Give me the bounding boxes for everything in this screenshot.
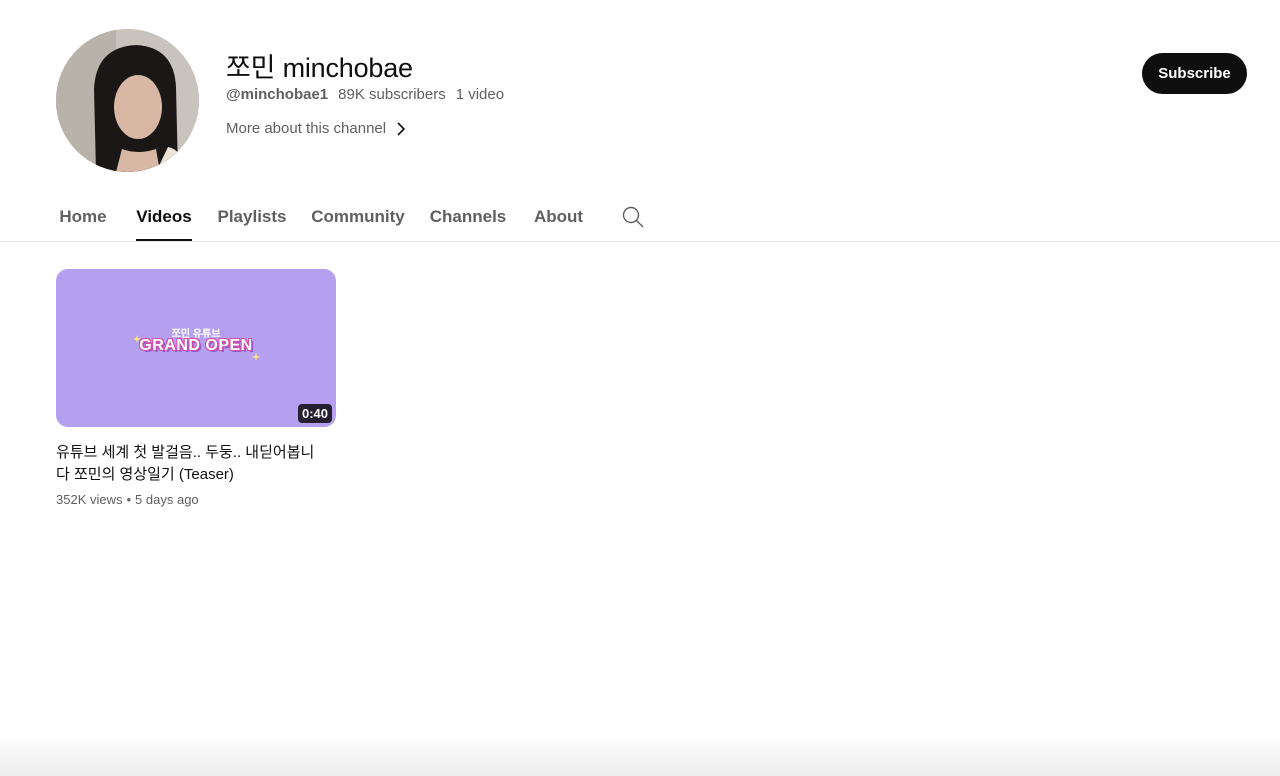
channel-tabs: Home Videos Playlists Community Channels… <box>0 192 1280 242</box>
channel-meta: @minchobae1 89K subscribers 1 video <box>226 86 504 103</box>
video-count: 1 video <box>455 86 505 103</box>
tab-videos[interactable]: Videos <box>136 192 192 241</box>
sparkle-icon <box>133 335 141 343</box>
channel-handle: @minchobae1 <box>226 86 329 103</box>
sparkle-icon <box>252 353 260 361</box>
video-thumbnail[interactable]: 쪼민 유튜브 GRAND OPEN 0:40 <box>56 269 336 427</box>
tab-community[interactable]: Community <box>311 192 405 241</box>
subscriber-count: 89K subscribers <box>338 86 446 103</box>
channel-name: 쪼민 minchobae <box>226 53 413 83</box>
thumbnail-main-text: GRAND OPEN <box>139 337 253 354</box>
chevron-right-icon <box>397 121 406 136</box>
subscribe-button[interactable]: Subscribe <box>1142 53 1247 94</box>
video-title[interactable]: 유튜브 세계 첫 발걸음.. 두둥.. 내딛어봅니다 쪼민의 영상일기 (Tea… <box>56 442 316 486</box>
view-count: 352K views <box>56 492 123 507</box>
video-card[interactable]: 쪼민 유튜브 GRAND OPEN 0:40 유튜브 세계 첫 발걸음.. 두둥… <box>56 269 336 507</box>
tab-channels[interactable]: Channels <box>430 192 507 241</box>
channel-avatar[interactable] <box>56 29 199 172</box>
more-about-channel-link[interactable]: More about this channel <box>226 120 406 137</box>
tab-home[interactable]: Home <box>59 192 107 241</box>
tab-playlists[interactable]: Playlists <box>218 192 287 241</box>
avatar-image <box>56 29 199 172</box>
search-icon[interactable] <box>620 204 646 230</box>
tab-about[interactable]: About <box>534 192 583 241</box>
video-duration: 0:40 <box>297 404 332 423</box>
more-about-label: More about this channel <box>226 120 387 137</box>
upload-age: 5 days ago <box>135 492 199 507</box>
video-meta: 352K views • 5 days ago <box>56 492 199 507</box>
bottom-fade <box>0 736 1280 776</box>
